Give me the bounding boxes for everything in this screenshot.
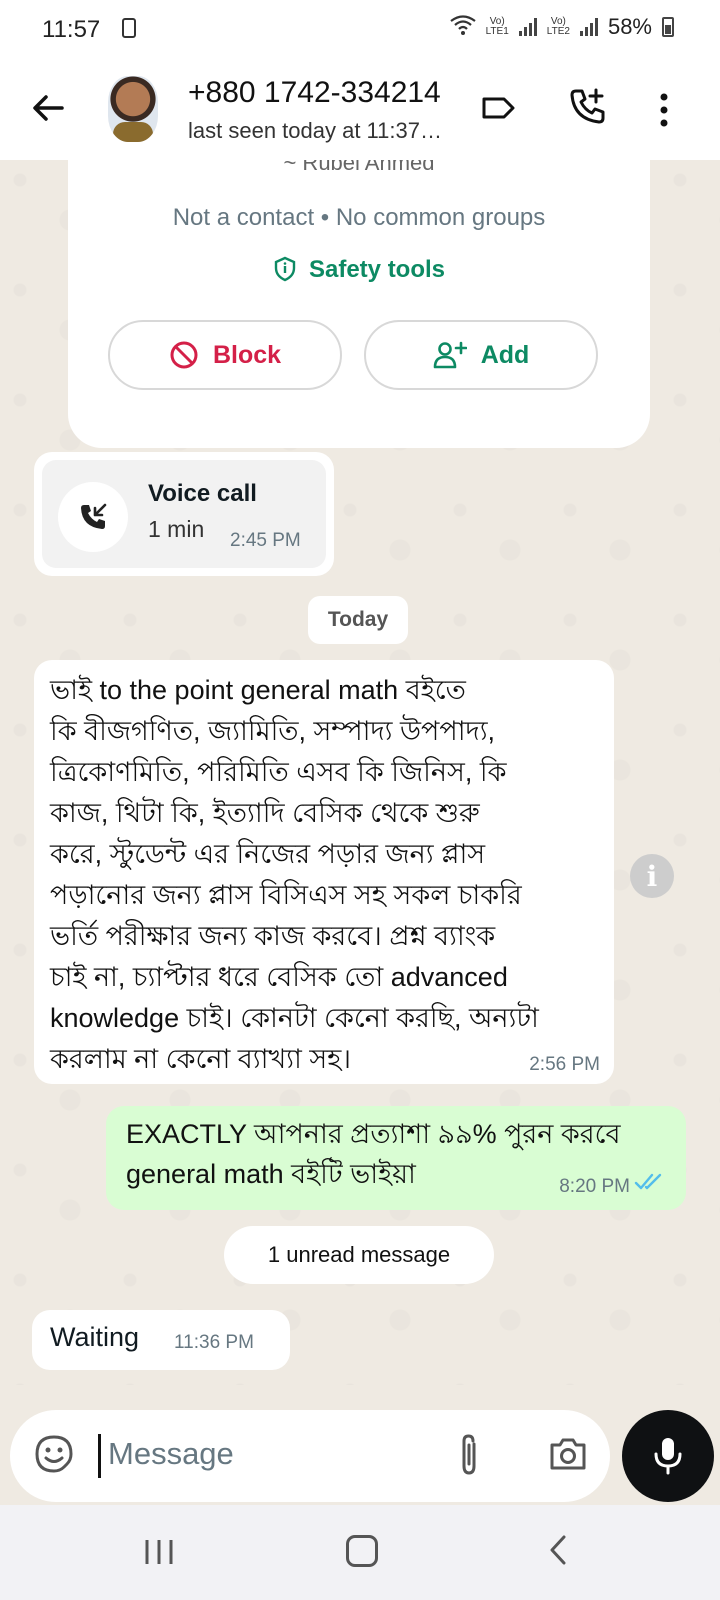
- system-nav-bar: [0, 1505, 720, 1600]
- add-label: Add: [480, 340, 530, 369]
- status-bar: 11:57 Vo) LTE1 Vo) LTE2 58%: [0, 0, 720, 60]
- add-contact-button[interactable]: Add: [364, 320, 598, 390]
- message-input[interactable]: Message: [108, 1436, 234, 1472]
- voice-record-button[interactable]: [622, 1410, 714, 1502]
- incoming-message[interactable]: ভাই to the point general math বইতে কি বী…: [34, 660, 614, 1084]
- add-person-icon: [433, 341, 467, 369]
- avatar[interactable]: [108, 76, 158, 142]
- call-duration: 1 min: [148, 516, 205, 542]
- attach-paperclip-icon[interactable]: [458, 1432, 480, 1483]
- safety-tools-label: Safety tools: [308, 256, 446, 283]
- camera-icon[interactable]: [548, 1436, 588, 1477]
- double-check-read-icon: [634, 1173, 664, 1196]
- more-options-icon[interactable]: [658, 92, 670, 133]
- date-separator: Today: [308, 596, 408, 644]
- outgoing-message[interactable]: EXACTLY আপনার প্রত্যাশা ৯৯% পুরন করবে ge…: [106, 1106, 686, 1210]
- last-seen-status[interactable]: last seen today at 11:37…: [188, 118, 442, 144]
- text-cursor: [98, 1434, 101, 1478]
- home-icon[interactable]: [346, 1535, 378, 1567]
- lte1-label: Vo) LTE1: [485, 16, 509, 37]
- status-right: Vo) LTE1 Vo) LTE2 58%: [449, 14, 674, 40]
- nav-back-icon[interactable]: [548, 1535, 568, 1570]
- add-call-icon[interactable]: [568, 86, 608, 131]
- incoming-message[interactable]: Waiting 11:36 PM: [32, 1310, 290, 1370]
- safety-tools-link[interactable]: Safety tools: [68, 256, 650, 284]
- message-composer[interactable]: Message: [10, 1410, 610, 1502]
- sticker-emoji-icon[interactable]: [34, 1434, 74, 1479]
- missed-call-icon: [58, 482, 128, 552]
- profile-name: ~ Rubel Ahmed: [283, 160, 435, 175]
- info-icon[interactable]: i: [630, 854, 674, 898]
- voice-call-bubble[interactable]: Voice call 1 min 2:45 PM: [34, 452, 334, 576]
- block-label: Block: [212, 340, 282, 369]
- chat-header: +880 1742-334214 last seen today at 11:3…: [0, 60, 720, 160]
- shield-icon: [274, 256, 296, 282]
- message-time: 2:56 PM: [529, 1054, 600, 1075]
- back-arrow-icon[interactable]: [28, 88, 68, 128]
- signal-2-icon: [579, 18, 598, 36]
- contact-meta: Not a contact • No common groups: [172, 204, 546, 231]
- sim-icon: [122, 18, 136, 38]
- message-text: Waiting: [50, 1322, 140, 1352]
- status-time: 11:57: [42, 16, 101, 43]
- lte2-label: Vo) LTE2: [546, 16, 570, 37]
- signal-1-icon: [518, 18, 537, 36]
- wifi-icon: [449, 14, 476, 40]
- battery-percent: 58%: [607, 14, 652, 39]
- contact-phone[interactable]: +880 1742-334214: [188, 76, 441, 110]
- recent-apps-icon[interactable]: [144, 1539, 174, 1570]
- chat-area[interactable]: ~ Rubel Ahmed Not a contact • No common …: [0, 160, 720, 1385]
- battery-icon: [662, 17, 674, 37]
- unread-messages-chip: 1 unread message: [224, 1226, 494, 1284]
- label-tag-icon[interactable]: [480, 90, 516, 131]
- message-time: 8:20 PM: [559, 1176, 630, 1197]
- block-icon: [170, 341, 198, 369]
- block-button[interactable]: Block: [108, 320, 342, 390]
- message-text: ভাই to the point general math বইতে কি বী…: [50, 675, 539, 1074]
- message-time: 11:36 PM: [174, 1332, 254, 1353]
- call-time: 2:45 PM: [230, 530, 301, 551]
- microphone-icon: [654, 1438, 682, 1475]
- call-title: Voice call: [148, 480, 257, 507]
- contact-info-card: ~ Rubel Ahmed Not a contact • No common …: [68, 160, 650, 448]
